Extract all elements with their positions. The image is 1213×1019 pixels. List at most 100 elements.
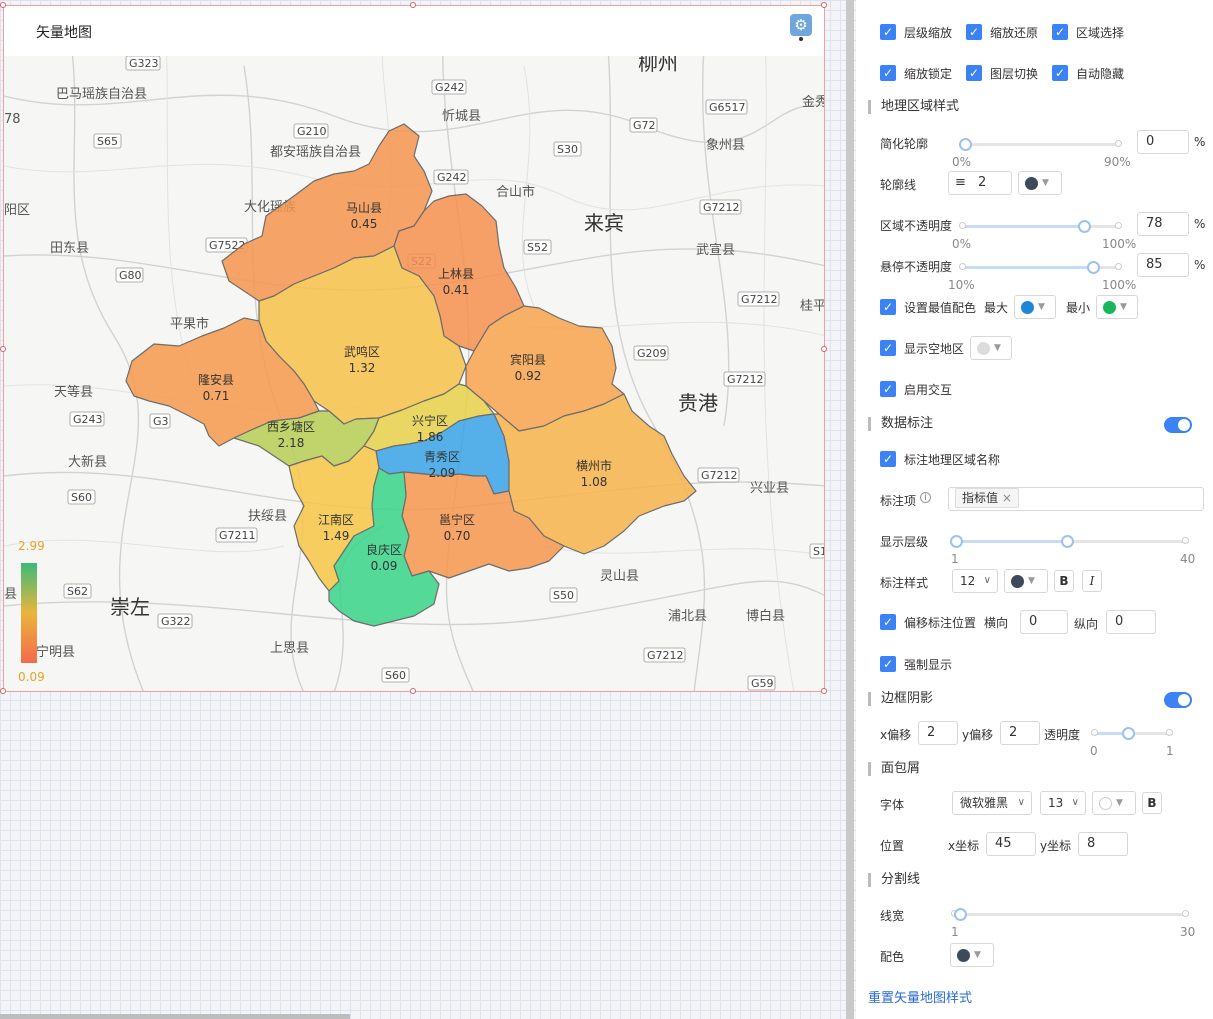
checkbox-force-display[interactable]: ✓ (880, 656, 896, 672)
map-widget[interactable]: 柳州 巴马瑶族自治县 忻城县 象州县 都安瑶族自治县 合山市 大化瑶族 来宾 武宣县 田东县 平果市… (3, 5, 825, 692)
legend-gradient-bar[interactable] (21, 563, 37, 663)
divider-width-label: 线宽 (880, 909, 905, 923)
road-tag: G210 (293, 123, 329, 139)
breadcrumb-size-select[interactable]: 13 ∨ (1040, 791, 1086, 815)
breadcrumb-y-input[interactable]: 8 (1078, 832, 1128, 856)
region-name-label: 上林县 (438, 267, 474, 281)
basemap-place-label: 78 (4, 112, 21, 127)
label-items-multiselect[interactable]: 指标值 × (948, 487, 1204, 511)
area-opacity-input[interactable]: 78 (1137, 212, 1189, 236)
resize-handle-ml[interactable] (0, 346, 6, 352)
divider-color-label: 配色 (880, 950, 905, 964)
region-name-label: 兴宁区 (412, 413, 448, 428)
road-tag: G243 (69, 411, 105, 427)
section-breadcrumb: 面包屑 (868, 762, 920, 776)
basemap-place-label: 桂平 (800, 299, 825, 314)
simplify-input[interactable]: 0 (1137, 130, 1189, 154)
border-shadow-toggle[interactable] (1164, 692, 1192, 708)
empty-color-picker[interactable]: ▼ (970, 336, 1013, 360)
checkbox-zoom-level[interactable]: ✓ (880, 24, 896, 40)
breadcrumb-x-label: x坐标 (948, 839, 980, 853)
svg-text:G7211: G7211 (219, 529, 256, 542)
shadow-x-input[interactable]: 2 (918, 721, 958, 745)
simplify-slider-knob[interactable] (959, 138, 972, 151)
shadow-opacity-knob[interactable] (1122, 727, 1135, 740)
region-value-label: 1.08 (581, 475, 608, 489)
checkbox-label-region-name[interactable]: ✓ (880, 451, 896, 467)
checkbox-region-select[interactable]: ✓ (1052, 24, 1069, 40)
data-label-toggle[interactable] (1164, 417, 1192, 433)
checkbox-show-empty[interactable]: ✓ (880, 340, 896, 356)
tag-close-icon[interactable]: × (1002, 491, 1012, 505)
label-italic-button[interactable]: I (1082, 570, 1102, 592)
label-color-picker[interactable]: ▼ (1004, 569, 1048, 593)
section-data-label: 数据标注 (868, 417, 933, 431)
offset-v-input[interactable]: 0 (1106, 610, 1156, 634)
area-opacity-knob[interactable] (1078, 220, 1091, 233)
hover-opacity-input[interactable]: 85 (1137, 253, 1189, 277)
resize-handle-bm[interactable] (410, 688, 416, 694)
resize-handle-bl[interactable] (0, 688, 6, 694)
display-level-knob-max[interactable] (1061, 535, 1074, 548)
hover-opacity-knob[interactable] (1087, 261, 1100, 274)
shadow-y-input[interactable]: 2 (1000, 721, 1040, 745)
label-font-size-select[interactable]: 12 ∨ (952, 569, 998, 593)
checkbox-zoom-reset[interactable]: ✓ (966, 24, 983, 40)
divider-width-knob[interactable] (954, 908, 967, 921)
breadcrumb-color-picker[interactable]: ▼ (1092, 791, 1136, 815)
checkbox-zoom-lock[interactable]: ✓ (880, 65, 896, 81)
breadcrumb-x-input[interactable]: 45 (986, 832, 1036, 856)
basemap-place-label: 忻城县 (442, 109, 481, 124)
breadcrumb-bold-button[interactable]: B (1142, 792, 1162, 814)
resize-handle-mr[interactable] (821, 346, 827, 352)
outline-label: 轮廓线 (880, 178, 917, 192)
region-value-label: 0.71 (203, 389, 230, 403)
resize-handle-tr[interactable] (821, 2, 827, 8)
road-tag: G7212 (643, 647, 686, 663)
reset-style-link[interactable]: 重置矢量地图样式 (868, 987, 972, 1006)
basemap-place-label: 贵港 (678, 391, 718, 415)
resize-handle-tl[interactable] (0, 2, 6, 8)
label-bold-button[interactable]: B (1054, 570, 1074, 592)
shadow-opacity-label: 透明度 (1044, 728, 1081, 742)
min-color-picker[interactable]: ▼ (1096, 295, 1139, 319)
divider-color-picker[interactable]: ▼ (950, 943, 994, 967)
outline-color-picker[interactable]: ▼ (1018, 171, 1062, 195)
region-value-label: 0.70 (444, 529, 471, 543)
svg-text:S52: S52 (527, 241, 548, 254)
horizontal-scrollbar[interactable] (0, 1014, 350, 1019)
svg-text:S62: S62 (67, 585, 88, 598)
checkbox-layer-switch[interactable]: ✓ (966, 65, 983, 81)
checkbox-offset-label[interactable]: ✓ (880, 614, 896, 630)
region-value-label: 1.49 (323, 529, 350, 543)
breadcrumb-font-select[interactable]: 微软雅黑 ∨ (952, 791, 1032, 815)
area-opacity-slider[interactable] (959, 220, 1122, 233)
gear-icon[interactable]: ⚙ (790, 14, 812, 36)
svg-text:G210: G210 (297, 125, 327, 138)
offset-h-input[interactable]: 0 (1020, 610, 1068, 634)
checkbox-enable-interaction[interactable]: ✓ (880, 381, 896, 397)
outline-width-input[interactable]: ≡ 2 (948, 171, 1012, 195)
vertical-scrollbar[interactable] (846, 0, 854, 1019)
shadow-opacity-slider[interactable] (1091, 727, 1173, 740)
display-level-slider[interactable] (950, 535, 1189, 548)
region-value-label: 2.09 (429, 466, 456, 480)
svg-text:G7212: G7212 (741, 293, 778, 306)
max-color-picker[interactable]: ▼ (1014, 295, 1057, 319)
svg-text:S60: S60 (71, 491, 92, 504)
simplify-slider[interactable] (959, 138, 1122, 151)
shadow-y-label: y偏移 (962, 728, 994, 742)
checkbox-auto-hide[interactable]: ✓ (1052, 65, 1069, 81)
resize-handle-br[interactable] (821, 688, 827, 694)
divider-width-slider[interactable] (951, 908, 1189, 921)
hover-opacity-slider[interactable] (959, 261, 1122, 274)
checkbox-extreme-colors[interactable]: ✓ (880, 299, 896, 315)
resize-handle-tm[interactable] (410, 2, 416, 8)
display-level-knob-min[interactable] (950, 535, 963, 548)
svg-text:G7212: G7212 (647, 649, 684, 662)
more-dot-icon[interactable] (799, 37, 803, 41)
vector-map[interactable]: 柳州巴马瑶族自治县忻城县象州县都安瑶族自治县合山市大化瑶族来宾武宣县田东县平果市… (4, 6, 825, 692)
svg-text:G242: G242 (435, 81, 465, 94)
svg-text:G243: G243 (73, 413, 103, 426)
svg-text:S30: S30 (557, 143, 578, 156)
